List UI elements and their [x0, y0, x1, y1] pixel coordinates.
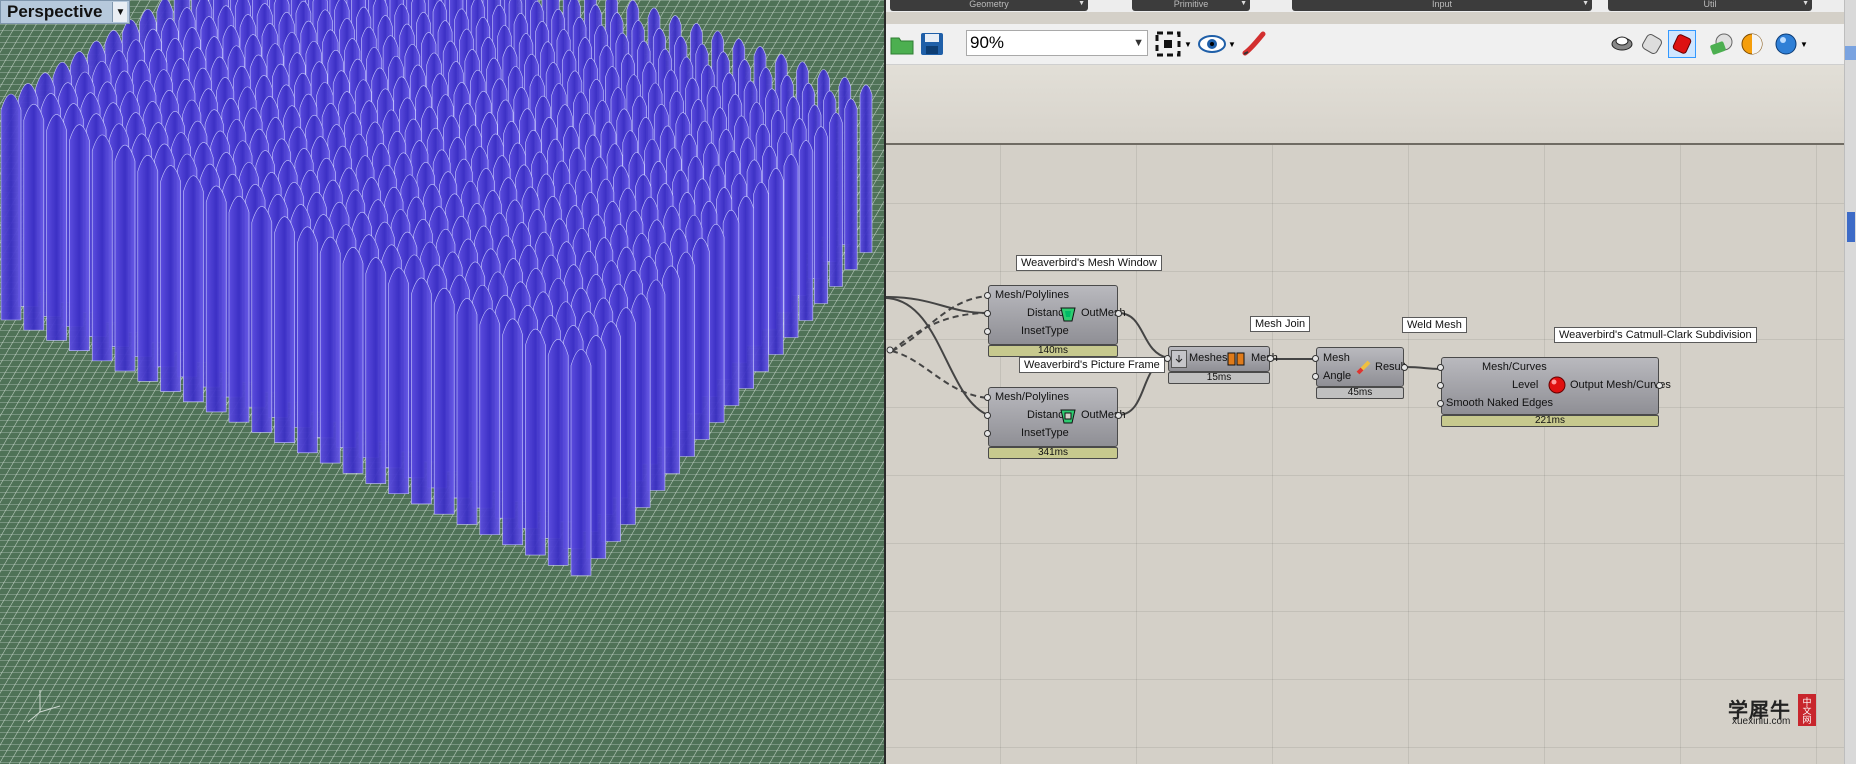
input-label: InsetType — [1021, 325, 1069, 337]
scroll-indicator — [1845, 46, 1856, 60]
input-port[interactable] — [984, 412, 991, 419]
viewport-render — [0, 0, 884, 764]
vertical-scrollbar[interactable] — [1844, 0, 1856, 764]
mesh-join-icon — [1227, 350, 1245, 368]
rhino-perspective-viewport[interactable]: Perspective ▼ — [0, 0, 884, 764]
component-catmull-clark[interactable]: Mesh/Curves Level Smooth Naked Edges Out… — [1441, 357, 1671, 415]
input-port[interactable] — [1437, 382, 1444, 389]
component-mesh-join[interactable]: Meshes Mesh — [1168, 346, 1278, 372]
input-port[interactable] — [1312, 373, 1319, 380]
input-port[interactable] — [984, 310, 991, 317]
mesh-window-icon — [1059, 305, 1077, 323]
weld-torch-icon — [1355, 358, 1373, 376]
output-port[interactable] — [1401, 364, 1408, 371]
component-mesh-window[interactable]: Mesh/Polylines Distance InsetType OutMes… — [988, 285, 1126, 345]
input-port[interactable] — [984, 430, 991, 437]
dashed-wire-to-picture-frame — [891, 350, 989, 399]
output-port[interactable] — [1115, 310, 1122, 317]
input-label: Level — [1512, 379, 1539, 391]
input-label: Meshes — [1189, 352, 1228, 364]
grasshopper-window: Geometry ▼ Primitive ▼ Input ▼ Util ▼ 90% ▼ … — [886, 0, 1844, 764]
input-port[interactable] — [984, 394, 991, 401]
caption-weld-mesh: Weld Mesh — [1402, 317, 1467, 333]
timing-label: 140ms — [988, 345, 1118, 357]
wire-weld-to-subdivision — [1403, 366, 1442, 370]
watermark-logo: 学犀牛 xuexiniu.com 中文网 — [1726, 694, 1818, 728]
input-label: Mesh/Curves — [1482, 361, 1547, 373]
input-port[interactable] — [1437, 400, 1444, 407]
red-sphere-icon — [1548, 376, 1566, 394]
input-label: InsetType — [1021, 427, 1069, 439]
viewport-title-text: Perspective — [7, 2, 103, 21]
left-wire-port — [886, 346, 894, 354]
timing-label: 15ms — [1168, 372, 1270, 384]
caption-mesh-window: Weaverbird's Mesh Window — [1016, 255, 1162, 271]
output-port[interactable] — [1115, 412, 1122, 419]
input-label: Angle — [1323, 370, 1352, 382]
input-label: Mesh — [1323, 352, 1350, 364]
wire-input-picture-frame — [886, 297, 989, 416]
input-port[interactable] — [1437, 364, 1444, 371]
input-port[interactable] — [1312, 355, 1319, 362]
watermark-badge: 中文网 — [1798, 694, 1816, 726]
wire-input-mesh-window — [886, 296, 989, 314]
input-port[interactable] — [984, 328, 991, 335]
viewport-title[interactable]: Perspective ▼ — [0, 0, 131, 24]
input-port[interactable] — [984, 292, 991, 299]
flatten-arrow-icon — [1171, 350, 1187, 368]
timing-label: 45ms — [1316, 387, 1404, 399]
watermark-url: xuexiniu.com — [1732, 716, 1791, 727]
timing-label: 221ms — [1441, 415, 1659, 427]
input-label: Mesh/Polylines — [995, 289, 1069, 301]
output-port[interactable] — [1267, 355, 1274, 362]
input-label: Mesh/Polylines — [995, 391, 1069, 403]
picture-frame-icon — [1059, 407, 1077, 425]
caption-picture-frame: Weaverbird's Picture Frame — [1019, 357, 1165, 373]
caption-mesh-join: Mesh Join — [1250, 316, 1311, 332]
viewport-menu-arrow-icon[interactable]: ▼ — [112, 2, 128, 22]
scroll-thumb[interactable] — [1847, 212, 1855, 242]
component-picture-frame[interactable]: Mesh/Polylines Distance InsetType OutMes… — [988, 387, 1126, 447]
input-port[interactable] — [1164, 355, 1171, 362]
input-label: Smooth Naked Edges — [1446, 397, 1554, 409]
caption-catmull-clark: Weaverbird's Catmull-Clark Subdivision — [1554, 327, 1757, 343]
component-weld-mesh[interactable]: Mesh Angle Result — [1316, 347, 1406, 387]
timing-label: 341ms — [988, 447, 1118, 459]
output-port[interactable] — [1656, 382, 1663, 389]
